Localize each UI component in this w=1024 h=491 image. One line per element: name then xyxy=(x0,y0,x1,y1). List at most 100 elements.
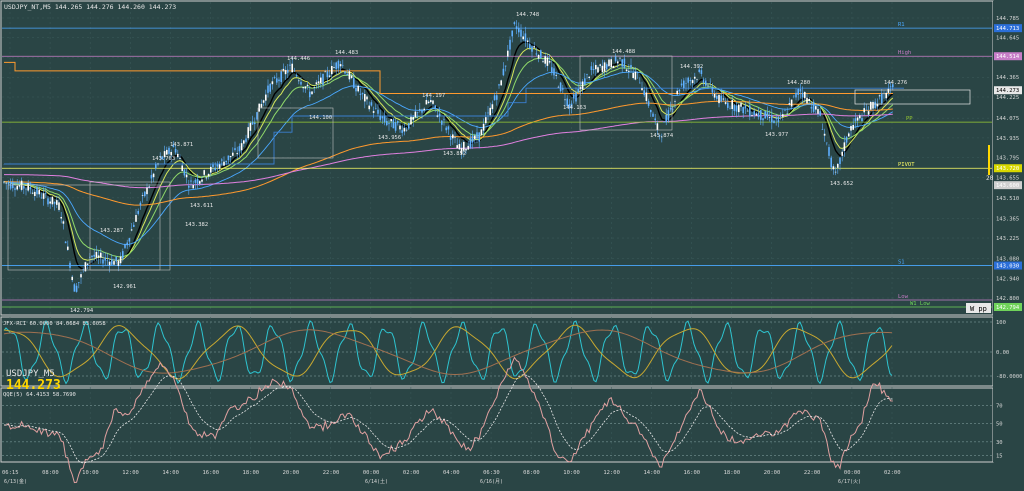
candle-body xyxy=(31,192,34,194)
time-axis-label: 10:00 xyxy=(563,470,580,476)
candle-body xyxy=(606,64,608,70)
price-annotation: 144.446 xyxy=(287,56,310,62)
candle-body xyxy=(859,115,861,119)
time-axis-label: 12:00 xyxy=(603,470,620,476)
level-label: High xyxy=(898,50,911,56)
candle-body xyxy=(108,261,111,266)
price-annotation: 142.794 xyxy=(70,308,94,314)
candle-body xyxy=(410,116,412,125)
candle-body xyxy=(201,179,203,182)
candle-body xyxy=(535,53,538,55)
candle-body xyxy=(650,109,652,113)
candle-body xyxy=(392,119,395,129)
candle-body xyxy=(40,197,43,199)
candle-body xyxy=(405,129,408,131)
candle-body xyxy=(408,123,410,129)
price-axis-tick-label: 143.365 xyxy=(996,216,1019,222)
candle-body xyxy=(551,67,553,73)
candle-body xyxy=(47,198,49,205)
candle-body xyxy=(544,56,546,64)
candle-body xyxy=(883,93,885,95)
candle-body xyxy=(742,107,744,114)
candle-body xyxy=(445,127,447,131)
candle-body xyxy=(608,59,610,67)
candle-body xyxy=(584,78,586,85)
chart-canvas[interactable]: R1 High PP PIVOT S1 LowW1 Low 144.748 144.446 1… xyxy=(0,0,1024,491)
candle-body xyxy=(755,113,758,116)
candle-body xyxy=(766,112,769,118)
candle-body xyxy=(113,261,115,265)
candle-body xyxy=(597,67,599,73)
candle-body xyxy=(696,79,698,81)
candle-body xyxy=(518,27,520,33)
candle-body xyxy=(478,132,480,142)
candle-body xyxy=(148,186,150,188)
candle-body xyxy=(401,130,403,133)
candle-body xyxy=(674,101,676,102)
candle-body xyxy=(520,29,522,37)
candle-body xyxy=(562,88,564,90)
candle-body xyxy=(273,77,276,78)
candle-body xyxy=(469,138,472,148)
candle-body xyxy=(262,100,265,103)
candle-body xyxy=(254,122,256,125)
candle-body xyxy=(265,94,267,101)
candle-body xyxy=(691,80,694,84)
price-axis-tick-label: 143.655 xyxy=(996,175,1019,181)
candle-body xyxy=(339,64,342,67)
candle-body xyxy=(357,85,359,92)
candle-body xyxy=(236,153,238,155)
candle-body xyxy=(753,111,755,116)
candle-body xyxy=(645,92,648,101)
candle-body xyxy=(194,179,197,183)
candle-body xyxy=(656,123,659,131)
candle-body xyxy=(207,173,210,177)
candle-body xyxy=(797,88,799,95)
candle-body xyxy=(540,50,542,58)
candle-body xyxy=(130,229,133,231)
candle-body xyxy=(333,67,335,68)
candle-body xyxy=(199,181,201,184)
candle-body xyxy=(586,74,588,75)
candle-body xyxy=(386,120,388,126)
candle-body xyxy=(881,93,883,104)
candle-body xyxy=(476,132,478,139)
candle-body xyxy=(287,69,289,73)
candle-body xyxy=(760,110,762,120)
candle-body xyxy=(25,188,27,190)
candle-body xyxy=(493,95,496,101)
candle-body xyxy=(181,165,183,171)
volume-label: 20 xyxy=(986,175,994,182)
candle-body xyxy=(491,104,494,110)
candle-body xyxy=(122,251,124,259)
candle-body xyxy=(716,95,718,99)
qqe-title: QQE(5) 64.4153 58.7690 xyxy=(3,392,76,398)
rci-tick-label: 100 xyxy=(996,320,1006,326)
candle-body xyxy=(177,153,179,158)
candle-body xyxy=(280,71,282,82)
candle-body xyxy=(793,95,795,97)
candle-body xyxy=(694,76,696,79)
candle-body xyxy=(603,62,606,72)
candle-body xyxy=(581,81,584,90)
candle-body xyxy=(775,118,777,120)
candle-body xyxy=(832,166,835,170)
candle-body xyxy=(326,71,329,78)
candle-body xyxy=(128,238,131,242)
candle-body xyxy=(271,81,274,85)
w-pp-badge: W pp xyxy=(966,303,991,313)
candle-body xyxy=(843,142,846,151)
candle-body xyxy=(872,101,874,109)
candle-body xyxy=(18,185,21,187)
candle-body xyxy=(524,33,527,42)
candle-body xyxy=(276,78,278,83)
candle-body xyxy=(733,105,736,111)
qqe-tick-label: 50 xyxy=(996,422,1003,428)
candle-body xyxy=(806,97,808,104)
candle-body xyxy=(135,215,137,222)
candle-body xyxy=(23,186,25,189)
main-price-panel[interactable] xyxy=(0,0,994,316)
candle-body xyxy=(500,80,502,86)
candle-body xyxy=(144,191,146,197)
candle-body xyxy=(663,121,665,123)
